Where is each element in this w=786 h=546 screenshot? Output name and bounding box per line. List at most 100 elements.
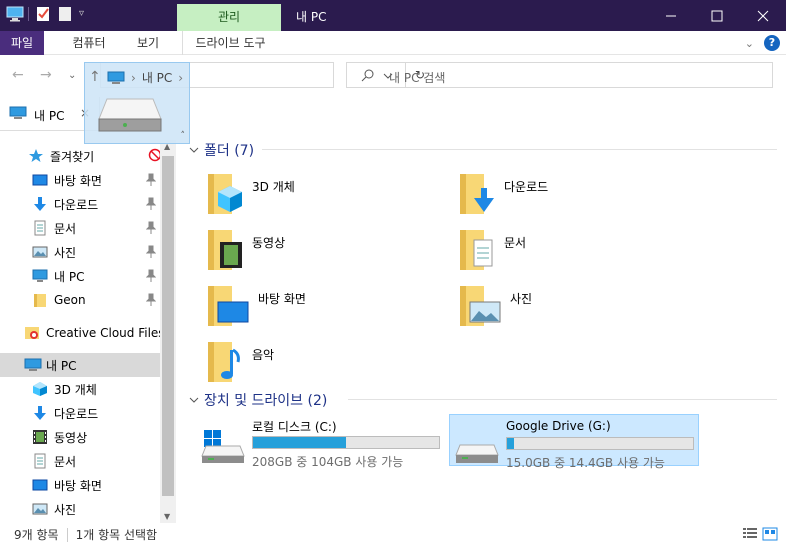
scroll-thumb[interactable] [162,156,174,496]
drive-name: Google Drive (G:) [506,419,611,433]
tab-manage[interactable]: 관리 [177,4,281,31]
folder-pictures[interactable]: 사진 [458,282,698,330]
desktop-icon [32,477,48,493]
scroll-down-icon[interactable]: ▼ [164,512,170,521]
folder-downloads[interactable]: 다운로드 [458,170,698,218]
folder-documents[interactable]: 문서 [458,226,698,274]
folder-label: 바탕 화면 [258,291,306,306]
close-button[interactable] [740,0,786,31]
nav-item-documents[interactable]: 문서 [0,216,160,240]
folder-videos[interactable]: 동영상 [206,226,446,274]
nav-item-videos[interactable]: 동영상 [0,425,160,449]
nav-label: 3D 개체 [54,382,97,397]
nav-creative-cloud[interactable]: Creative Cloud Files [0,321,176,345]
nav-item-3d-objects[interactable]: 3D 개체 [0,377,160,401]
download-arrow-icon [32,196,48,212]
search-box[interactable]: 내 PC 검색 [346,62,773,88]
drive-icon [97,93,163,136]
address-breadcrumb[interactable]: › 내 PC › [107,69,183,86]
breadcrumb-item[interactable]: 내 PC [142,69,172,86]
drive-usage-bar [506,437,694,450]
window-title: 내 PC [296,10,327,24]
nav-label: Geon [54,293,86,307]
separator [28,7,29,21]
drives-group-header[interactable]: 장치 및 드라이브 (2) [188,390,327,410]
folder-label: 사진 [510,291,533,306]
windows-drive-icon [200,428,246,467]
drive-space-info: 208GB 중 104GB 사용 가능 [252,455,404,469]
tab-file[interactable]: 파일 [0,31,44,55]
forward-arrow-icon[interactable]: → [40,67,52,83]
pin-icon[interactable] [145,245,157,259]
computer-icon [32,268,48,284]
star-icon [28,148,44,164]
large-icons-view-icon[interactable] [762,527,778,544]
new-folder-icon[interactable] [57,6,73,22]
nav-item-pc-desktop[interactable]: 바탕 화면 [0,473,160,497]
back-arrow-icon[interactable]: ← [12,67,24,83]
collapse-icon[interactable]: ˄ [181,131,186,141]
maximize-button[interactable] [694,0,740,31]
folder-music[interactable]: 음악 [206,338,446,386]
separator [66,527,68,542]
nav-label: Creative Cloud Files [46,326,165,340]
folder-label: 음악 [252,347,275,362]
drives-group-title: 장치 및 드라이브 (2) [204,393,328,409]
pin-icon[interactable] [145,197,157,211]
folders-group-title: 폴더 (7) [204,143,255,159]
pin-icon[interactable] [145,269,157,283]
nav-item-pc-downloads[interactable]: 다운로드 [0,401,160,425]
folder-music-icon [208,342,240,382]
status-bar: 9개 항목 1개 항목 선택함 [0,523,786,546]
nav-label: 동영상 [54,430,88,445]
folder-3d-objects[interactable]: 3D 개체 [206,170,446,218]
nav-item-downloads[interactable]: 다운로드 [0,192,160,216]
drive-local-c[interactable]: 로컬 디스크 (C:) 208GB 중 104GB 사용 가능 [196,414,446,469]
nav-item-pc-documents[interactable]: 문서 [0,449,160,473]
drive-google-g[interactable]: Google Drive (G:) 15.0GB 중 14.4GB 사용 가능 [449,414,699,470]
picture-icon [32,501,48,517]
nav-label: 바탕 화면 [54,173,102,188]
nav-scrollbar[interactable]: ▲ ▼ [160,140,176,523]
folder-icon [32,292,48,308]
recent-locations-dropdown-icon[interactable]: ⌄ [68,70,76,81]
pin-icon[interactable] [145,221,157,235]
tab-drive-tools[interactable]: 드라이브 도구 [182,31,278,55]
customize-dropdown-icon[interactable]: ▿ [79,6,95,22]
computer-icon[interactable] [6,6,24,22]
folder-label: 다운로드 [504,179,549,194]
film-icon [32,429,48,445]
nav-item-pc-pictures[interactable]: 사진 [0,497,160,521]
drive-usage-fill [253,437,346,448]
properties-icon[interactable] [35,6,51,22]
pin-icon[interactable] [145,293,157,307]
folder-label: 동영상 [252,235,286,250]
drive-space-info: 15.0GB 중 14.4GB 사용 가능 [506,456,665,470]
nav-this-pc[interactable]: 내 PC [0,353,160,377]
expand-ribbon-icon[interactable]: ⌄ [745,37,754,50]
3d-cube-icon [32,381,48,397]
nav-item-pictures[interactable]: 사진 [0,240,160,264]
nav-label: 다운로드 [54,406,99,421]
up-arrow-icon[interactable]: ↑ [89,69,101,85]
help-icon[interactable]: ? [764,35,780,51]
search-input[interactable]: 내 PC 검색 [389,69,445,86]
nav-label: 사진 [54,245,77,260]
nav-label: 문서 [54,454,77,469]
quick-access-toolbar: ▿ [6,6,95,22]
tab-computer[interactable]: 컴퓨터 [62,31,116,55]
nav-label: 내 PC [54,269,85,284]
nav-quick-access[interactable]: 즐겨찾기 [0,144,162,168]
minimize-button[interactable] [648,0,694,31]
pin-icon[interactable] [145,173,157,187]
tab-view[interactable]: 보기 [128,31,168,55]
details-view-icon[interactable] [742,527,758,544]
nav-item-this-pc-pinned[interactable]: 내 PC [0,264,160,288]
nav-item-geon[interactable]: Geon [0,288,160,312]
nav-item-desktop[interactable]: 바탕 화면 [0,168,160,192]
ribbon-controls: ⌄ ? [745,35,780,51]
nav-label: 바탕 화면 [54,478,102,493]
folders-group-header[interactable]: 폴더 (7) [188,140,254,160]
folder-desktop[interactable]: 바탕 화면 [206,282,446,330]
nav-label: 사진 [54,502,77,517]
